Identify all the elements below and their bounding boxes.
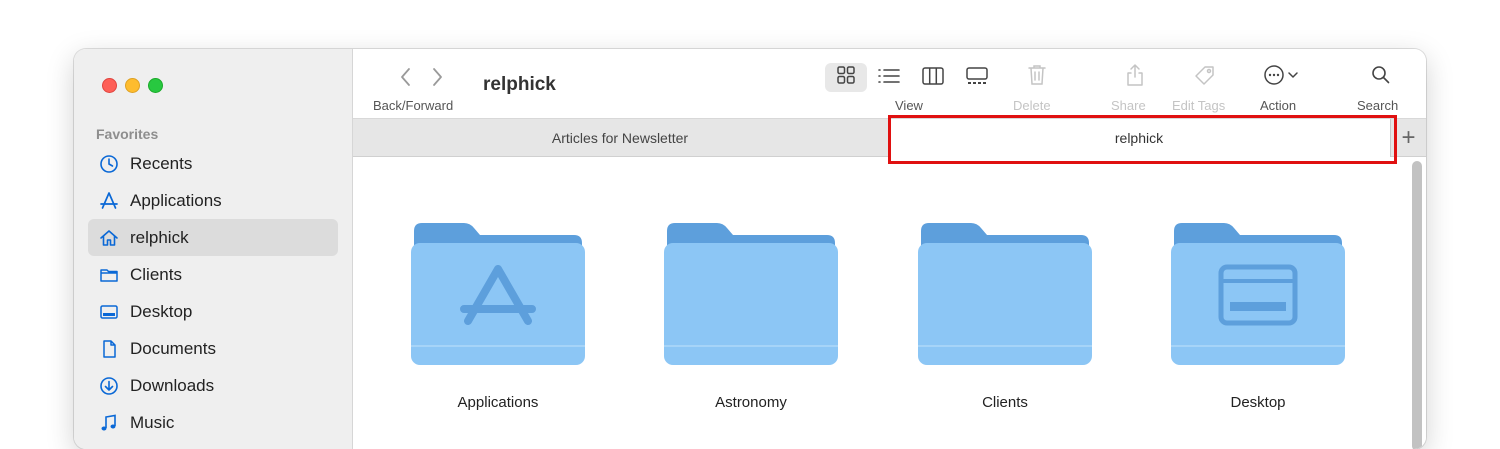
sidebar-item-desktop[interactable]: Desktop [88, 293, 338, 330]
close-button[interactable] [102, 78, 117, 93]
delete-button[interactable] [1023, 63, 1051, 91]
sidebar-item-label: relphick [130, 227, 189, 247]
toolbar: Back/Forward relphick View Delete Share … [353, 49, 1426, 119]
folder-item-desktop[interactable]: Desktop [1158, 215, 1358, 411]
search-label: Search [1357, 98, 1399, 113]
folder-name: Astronomy [715, 394, 787, 411]
sidebar-item-clients[interactable]: Clients [88, 256, 338, 293]
chevron-down-icon [1287, 63, 1299, 92]
sidebar-item-label: Music [130, 412, 175, 432]
search-icon [1368, 63, 1394, 92]
folder-item-clients[interactable]: Clients [905, 215, 1105, 411]
home-icon [96, 227, 122, 249]
minimize-button[interactable] [125, 78, 140, 93]
tab-articles-for-newsletter[interactable]: Articles for Newsletter [353, 119, 887, 157]
ellipsis-circle-icon [1261, 63, 1287, 92]
folder-icon [664, 223, 838, 365]
finder-window: Favorites Recents Applications relphick [74, 49, 1426, 449]
view-label: View [895, 98, 923, 113]
sidebar-item-label: Applications [130, 190, 222, 210]
new-tab-button[interactable]: + [1390, 119, 1426, 157]
gallery-icon [964, 64, 990, 93]
list-view-button[interactable] [875, 65, 903, 91]
window-title: relphick [483, 74, 556, 95]
tag-icon [1192, 63, 1218, 92]
tab-bar: Articles for Newsletter relphick + [353, 119, 1426, 157]
sidebar-item-label: Desktop [130, 301, 193, 321]
sidebar-list: Recents Applications relphick Clients De… [88, 145, 338, 441]
sidebar-item-downloads[interactable]: Downloads [88, 367, 338, 404]
folder-icon [411, 223, 585, 365]
sidebar-item-label: Downloads [130, 375, 215, 395]
folder-content: Applications Astronomy Clients Desktop [353, 157, 1426, 449]
action-button[interactable] [1259, 63, 1301, 91]
list-icon [876, 64, 902, 93]
music-icon [96, 412, 122, 434]
sidebar-item-label: Clients [130, 264, 182, 284]
columns-icon [920, 64, 946, 93]
folder-item-astronomy[interactable]: Astronomy [651, 215, 851, 411]
sidebar-item-relphick[interactable]: relphick [88, 219, 338, 256]
forward-icon [433, 68, 442, 86]
window-controls [102, 78, 163, 93]
icon-view-button[interactable] [825, 63, 867, 92]
sidebar-item-music[interactable]: Music [88, 404, 338, 441]
sidebar-item-applications[interactable]: Applications [88, 182, 338, 219]
clock-icon [96, 153, 122, 175]
zoom-button[interactable] [148, 78, 163, 93]
folder-icon [918, 223, 1092, 365]
folder-name: Clients [982, 394, 1028, 411]
share-label: Share [1111, 98, 1146, 113]
sidebar-section-favorites: Favorites [96, 126, 159, 142]
tab-relphick[interactable]: relphick [888, 119, 1390, 157]
edit-tags-label: Edit Tags [1172, 98, 1226, 113]
trash-icon [1024, 63, 1050, 92]
download-icon [96, 375, 122, 397]
gallery-view-button[interactable] [963, 65, 991, 91]
applications-icon [96, 190, 122, 212]
desktop-icon [96, 301, 122, 323]
sidebar-item-label: Recents [130, 153, 193, 173]
delete-label: Delete [1013, 98, 1051, 113]
share-icon [1122, 63, 1148, 92]
back-icon [401, 68, 410, 86]
share-button[interactable] [1121, 63, 1149, 91]
sidebar-item-label: Documents [130, 338, 216, 358]
document-icon [96, 338, 122, 360]
action-label: Action [1260, 98, 1297, 113]
grid-icon [833, 63, 859, 92]
search-button[interactable] [1367, 63, 1395, 91]
main-pane: Back/Forward relphick View Delete Share … [353, 49, 1426, 449]
sidebar-item-documents[interactable]: Documents [88, 330, 338, 367]
back-forward-buttons[interactable] [393, 63, 453, 91]
edit-tags-button[interactable] [1191, 63, 1219, 91]
vertical-scrollbar[interactable] [1412, 161, 1422, 449]
folder-icon [1171, 223, 1345, 365]
back-forward-label: Back/Forward [373, 98, 454, 113]
column-view-button[interactable] [919, 65, 947, 91]
folder-item-applications[interactable]: Applications [398, 215, 598, 411]
sidebar-item-recents[interactable]: Recents [88, 145, 338, 182]
sidebar: Favorites Recents Applications relphick [74, 49, 353, 449]
folder-name: Desktop [1230, 394, 1286, 411]
folder-icon [96, 264, 122, 286]
folder-name: Applications [457, 394, 539, 411]
